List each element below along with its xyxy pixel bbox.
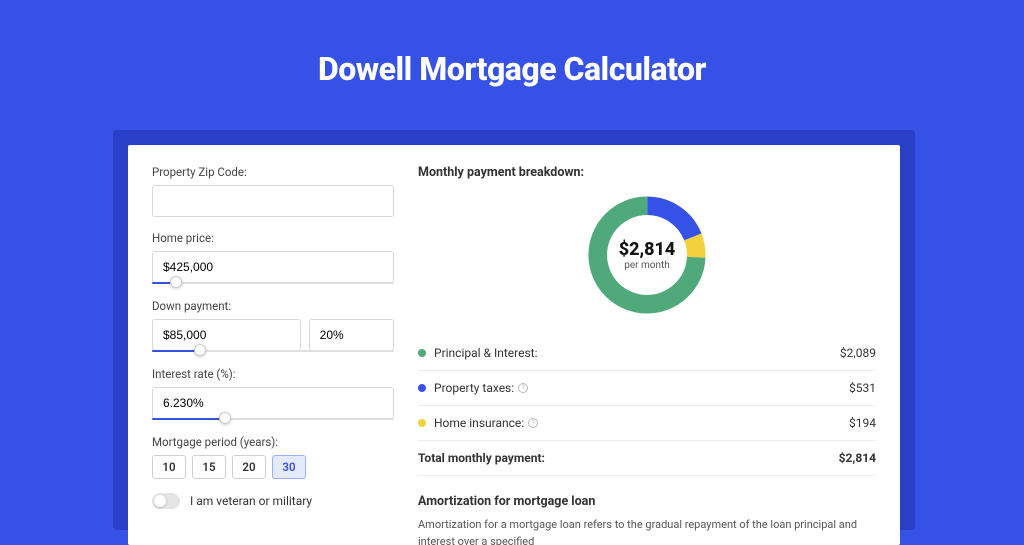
legend-label: Home insurance:? [434, 416, 841, 430]
field-zip-label: Property Zip Code: [152, 165, 394, 179]
veteran-row: I am veteran or military [152, 493, 394, 509]
period-btn-20[interactable]: 20 [232, 455, 266, 479]
field-period: Mortgage period (years): 10152030 [152, 435, 394, 479]
field-home-price-label: Home price: [152, 231, 394, 245]
legend-total-row: Total monthly payment: $2,814 [418, 440, 876, 475]
form-column: Property Zip Code: Home price: Down paym… [152, 165, 394, 525]
legend-row: Principal & Interest: $2,089 [418, 336, 876, 370]
slider-thumb[interactable] [219, 412, 231, 424]
amortization-section: Amortization for mortgage loan Amortizat… [418, 494, 876, 545]
field-down-payment-label: Down payment: [152, 299, 394, 313]
legend-dot [418, 419, 426, 427]
info-icon[interactable]: ? [528, 418, 538, 428]
legend-total-label: Total monthly payment: [418, 451, 831, 465]
legend-value: $531 [849, 381, 876, 395]
field-period-label: Mortgage period (years): [152, 435, 394, 449]
donut-sub: per month [624, 260, 670, 271]
interest-rate-slider[interactable] [152, 417, 394, 421]
legend-value: $2,089 [840, 346, 876, 360]
field-interest-rate: Interest rate (%): [152, 367, 394, 421]
period-btn-30[interactable]: 30 [272, 455, 306, 479]
toggle-knob [154, 495, 166, 507]
down-payment-amount-input[interactable] [152, 319, 301, 351]
field-interest-rate-label: Interest rate (%): [152, 367, 394, 381]
period-btn-10[interactable]: 10 [152, 455, 186, 479]
legend-label: Principal & Interest: [434, 346, 832, 360]
slider-thumb[interactable] [194, 344, 206, 356]
legend-dot [418, 384, 426, 392]
zip-input[interactable] [152, 185, 394, 217]
interest-rate-input[interactable] [152, 387, 394, 419]
legend-row: Property taxes:? $531 [418, 370, 876, 405]
period-btn-15[interactable]: 15 [192, 455, 226, 479]
amortization-text: Amortization for a mortgage loan refers … [418, 517, 876, 545]
home-price-slider[interactable] [152, 281, 394, 285]
field-home-price: Home price: [152, 231, 394, 285]
donut-amount: $2,814 [619, 239, 676, 260]
down-payment-pct-input[interactable] [309, 319, 394, 351]
donut-chart: $2,814 per month [418, 190, 876, 320]
amortization-title: Amortization for mortgage loan [418, 494, 876, 509]
veteran-toggle[interactable] [152, 493, 180, 509]
slider-thumb[interactable] [170, 276, 182, 288]
legend-row: Home insurance:? $194 [418, 405, 876, 440]
info-icon[interactable]: ? [518, 383, 528, 393]
field-zip: Property Zip Code: [152, 165, 394, 217]
donut-center: $2,814 per month [582, 190, 712, 320]
legend-label: Property taxes:? [434, 381, 841, 395]
legend-total-value: $2,814 [839, 451, 876, 465]
breakdown-column: Monthly payment breakdown: $2,814 per mo… [418, 165, 876, 525]
legend: Principal & Interest: $2,089 Property taxe… [418, 336, 876, 476]
field-down-payment: Down payment: [152, 299, 394, 353]
legend-dot [418, 349, 426, 357]
calculator-card: Property Zip Code: Home price: Down paym… [128, 145, 900, 545]
down-payment-slider[interactable] [152, 349, 394, 353]
home-price-input[interactable] [152, 251, 394, 283]
breakdown-heading: Monthly payment breakdown: [418, 165, 876, 180]
legend-value: $194 [849, 416, 876, 430]
page-title: Dowell Mortgage Calculator [0, 50, 1024, 88]
veteran-label: I am veteran or military [190, 494, 312, 508]
